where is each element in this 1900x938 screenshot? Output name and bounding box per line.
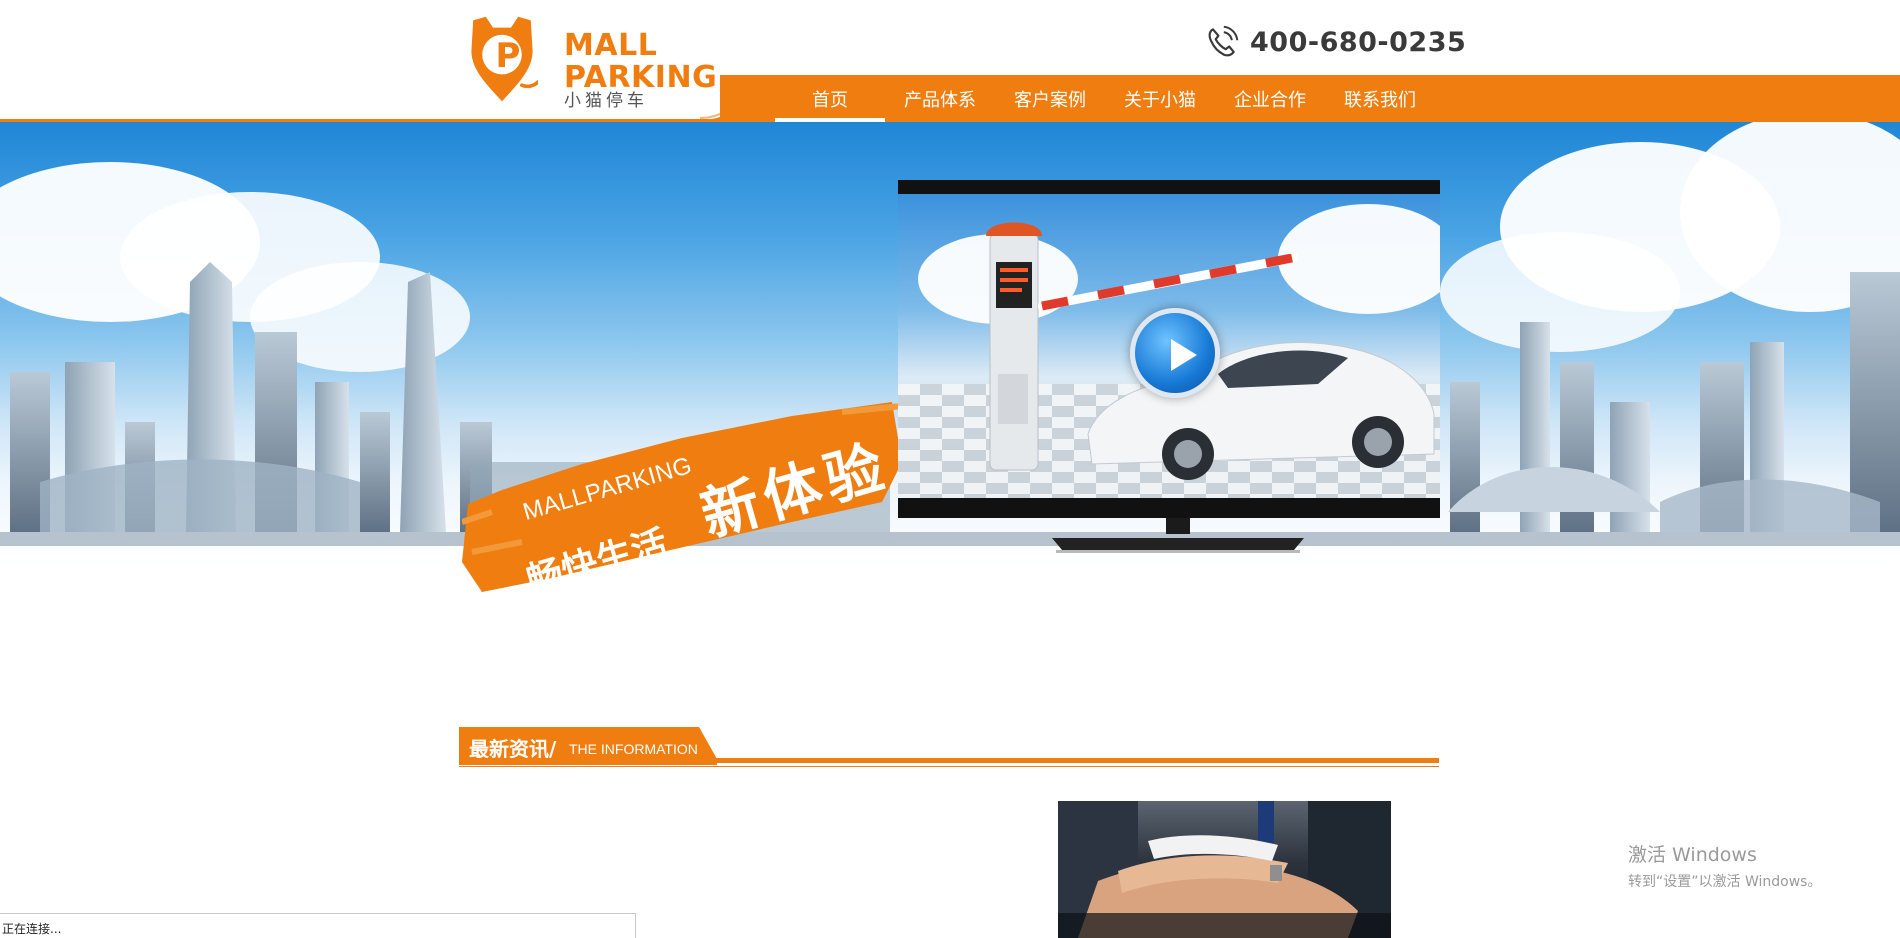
nav-contact[interactable]: 联系我们 [1325, 75, 1435, 122]
barrier-arm [1038, 254, 1298, 311]
nav-about[interactable]: 关于小猫 [1105, 75, 1215, 122]
news-section-header: 最新资讯/ THE INFORMATION [459, 727, 1439, 771]
logo-wordmark: MALL PARKING [564, 30, 717, 94]
nav-cooperation[interactable]: 企业合作 [1215, 75, 1325, 122]
site-header: P MALL PARKING 小猫停车 400-680-0235 首页 产品体系… [0, 0, 1900, 122]
browser-status-bar: 正在连接... [0, 913, 636, 938]
logo-line1: MALL [564, 28, 658, 63]
site-logo[interactable]: P MALL PARKING 小猫停车 [466, 14, 717, 111]
main-nav: 首页 产品体系 客户案例 关于小猫 企业合作 联系我们 [775, 75, 1435, 122]
news-photo[interactable] [1058, 801, 1391, 938]
parking-terminal-icon [986, 222, 1042, 471]
play-icon[interactable] [1130, 308, 1220, 398]
teamwork-hands-image [1058, 801, 1391, 938]
watermark-line2: 转到“设置”以激活 Windows。 [1628, 874, 1822, 890]
section-rule-thin [459, 766, 1439, 767]
hero-banner: MALLPARKING 畅快生活 新体验 [0, 122, 1900, 642]
screen-cloud-2 [1278, 204, 1440, 314]
nav-home[interactable]: 首页 [775, 75, 885, 122]
logo-chinese-name: 小猫停车 [564, 91, 648, 111]
logo-mark-letter: P [495, 36, 521, 76]
windows-activation-watermark: 激活 Windows 转到“设置”以激活 Windows。 [1628, 840, 1821, 891]
phone-number[interactable]: 400-680-0235 [1250, 27, 1466, 58]
phone-icon [1208, 25, 1239, 57]
hotline: 400-680-0235 [1204, 20, 1466, 64]
nav-cases[interactable]: 客户案例 [995, 75, 1105, 122]
tv-stand [1052, 518, 1304, 553]
nav-products[interactable]: 产品体系 [885, 75, 995, 122]
section-rule [459, 758, 1439, 763]
watermark-line1: 激活 Windows [1628, 844, 1757, 866]
news-title-en: THE INFORMATION [569, 741, 698, 757]
